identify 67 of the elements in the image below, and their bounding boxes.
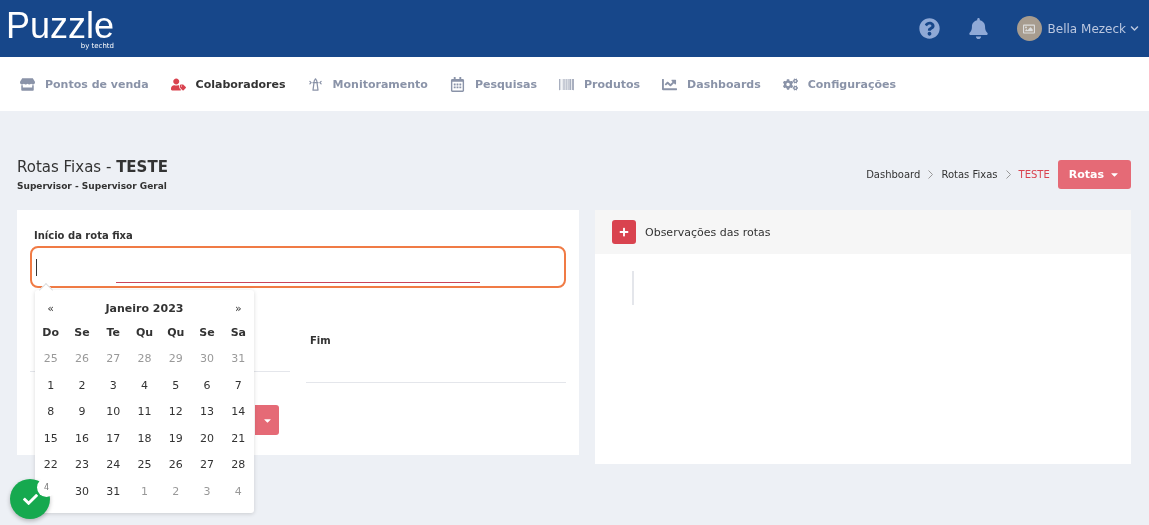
calendar-day[interactable]: 28 xyxy=(222,452,254,479)
page-title: Rotas Fixas - TESTE xyxy=(17,158,168,176)
weekday-label: Sa xyxy=(229,325,248,341)
calendar-day[interactable]: 26 xyxy=(160,452,192,479)
calendar-day[interactable]: 18 xyxy=(128,425,161,452)
calendar-day[interactable]: 30 xyxy=(66,478,98,505)
breadcrumb-item[interactable]: TESTE xyxy=(1018,169,1050,180)
user-name[interactable]: Bella Mezeck xyxy=(1047,21,1126,36)
calendar-day[interactable]: 6 xyxy=(191,372,223,399)
lighthouse-icon xyxy=(307,76,323,92)
notes-title: Observações das rotas xyxy=(645,225,771,239)
weekday-label: Se xyxy=(73,325,91,341)
calendar-day[interactable]: 2 xyxy=(66,372,98,399)
calendar-day[interactable]: 11 xyxy=(128,399,161,426)
dropdown-button[interactable] xyxy=(255,405,279,435)
calendar-day[interactable]: 20 xyxy=(191,425,223,452)
check-icon xyxy=(22,491,38,507)
weekday-label: Qu xyxy=(166,325,186,341)
user-icon xyxy=(170,76,186,92)
barcode-icon xyxy=(558,76,574,92)
settings-icon xyxy=(782,76,798,92)
calendar-day[interactable]: 12 xyxy=(160,399,192,426)
calendar-day[interactable]: 19 xyxy=(160,425,192,452)
add-button[interactable] xyxy=(612,220,636,244)
weekday-label: Se xyxy=(198,325,216,341)
next-month-button[interactable]: » xyxy=(222,301,254,315)
field-label: Fim xyxy=(310,335,332,346)
calendar-day[interactable]: 17 xyxy=(97,425,129,452)
calendar-day[interactable]: 9 xyxy=(66,399,98,426)
weekday-label: Do xyxy=(41,325,60,341)
calendar-day[interactable]: 15 xyxy=(35,425,67,452)
store-icon xyxy=(20,76,35,92)
breadcrumb-item[interactable]: Dashboard xyxy=(866,169,921,180)
calendar-day[interactable]: 3 xyxy=(97,372,129,399)
calendar-day[interactable]: 24 xyxy=(97,452,129,479)
help-icon[interactable] xyxy=(918,18,940,39)
calendar-day[interactable]: 8 xyxy=(35,399,67,426)
page-subtitle: Supervisor - Supervisor Geral xyxy=(17,181,168,191)
chevron-right-icon xyxy=(928,170,934,179)
chart-icon xyxy=(662,76,678,92)
calendar-day[interactable]: 31 xyxy=(97,478,129,505)
calendar-day[interactable]: 21 xyxy=(222,425,254,452)
weekday-label: Te xyxy=(105,325,121,341)
calendar-day[interactable]: 14 xyxy=(222,399,254,426)
calendar-day[interactable]: 5 xyxy=(160,372,192,399)
field-label: Início da rota fixa xyxy=(34,230,134,241)
form-icon xyxy=(449,76,465,92)
weekday-label: Qu xyxy=(134,325,155,341)
calendar-day[interactable]: 22 xyxy=(35,452,67,479)
calendar-day[interactable]: 23 xyxy=(66,452,98,479)
calendar-day[interactable]: 4 xyxy=(128,372,161,399)
chevron-right-icon xyxy=(1005,170,1011,179)
nav-item[interactable]: Colaboradores xyxy=(170,76,286,92)
calendar-day[interactable]: 25 xyxy=(128,452,161,479)
chevron-down-icon[interactable] xyxy=(1130,24,1139,33)
bell-icon[interactable] xyxy=(967,18,989,39)
calendar-day[interactable]: 1 xyxy=(35,372,67,399)
prev-month-button[interactable]: « xyxy=(35,301,67,315)
calendar-day[interactable]: 13 xyxy=(191,399,223,426)
calendar-day[interactable]: 7 xyxy=(222,372,254,399)
avatar[interactable] xyxy=(1016,16,1042,41)
calendar-day[interactable]: 16 xyxy=(66,425,98,452)
calendar-day[interactable]: 10 xyxy=(97,399,129,426)
calendar-day[interactable]: 27 xyxy=(191,452,223,479)
breadcrumb-item[interactable]: Rotas Fixas xyxy=(941,169,998,180)
plus-icon xyxy=(619,227,629,237)
month-title[interactable]: Janeiro 2023 xyxy=(66,301,223,315)
